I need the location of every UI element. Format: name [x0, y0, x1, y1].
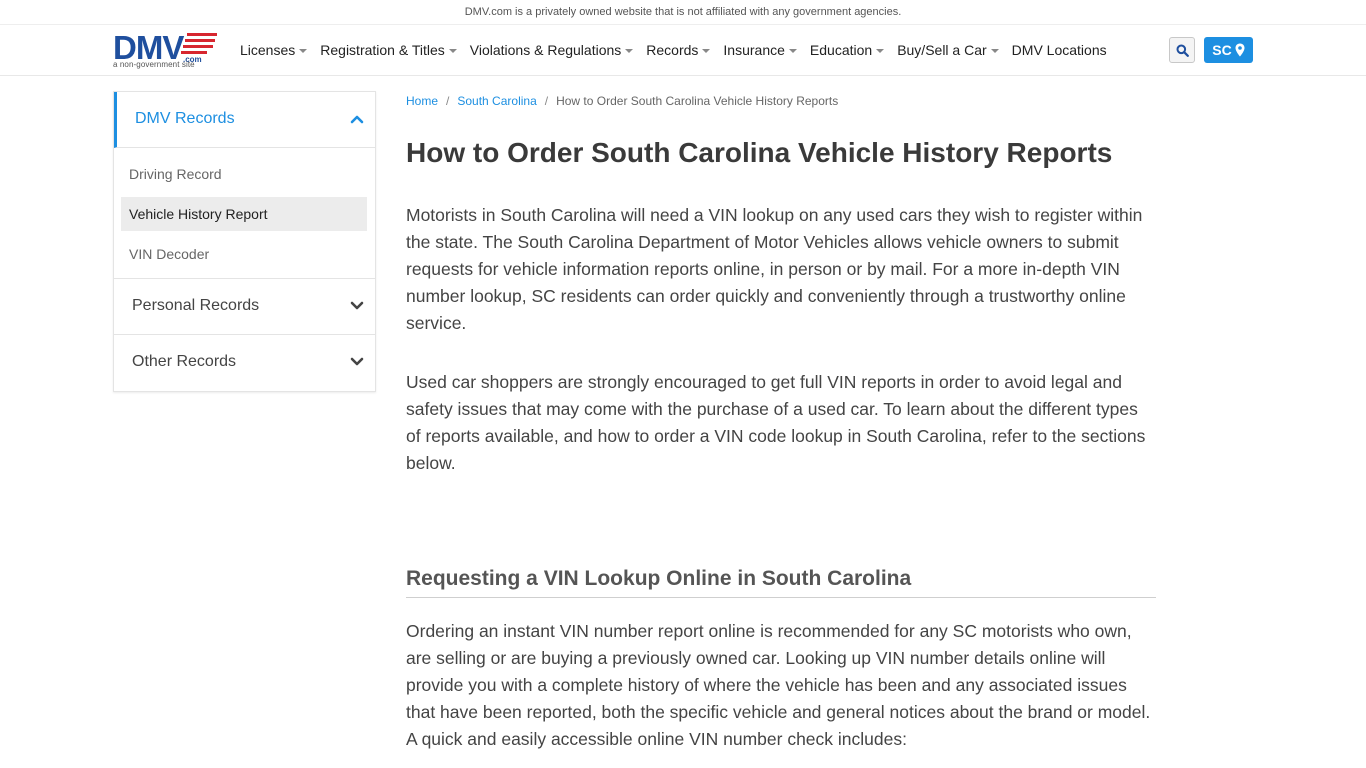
search-icon [1176, 44, 1189, 57]
sidebar-section-personal-records[interactable]: Personal Records [114, 279, 375, 335]
caret-down-icon [702, 49, 711, 53]
article-main: Home / South Carolina / How to Order South C… [406, 91, 1156, 749]
top-navbar: DMV .com a non-government site Licenses … [0, 25, 1366, 76]
chevron-down-icon [350, 357, 364, 366]
caret-down-icon [625, 49, 634, 53]
logo-tagline: a non-government site [113, 60, 195, 69]
caret-down-icon [788, 49, 797, 53]
disclaimer-bar: DMV.com is a privately owned website tha… [0, 0, 1366, 25]
sidebar-section-title: Personal Records [132, 297, 260, 314]
intro-paragraph: Motorists in South Carolina will need a … [406, 205, 1143, 333]
breadcrumb-home-link[interactable]: Home [406, 94, 438, 108]
online-section-paragraph: Ordering an instant VIN number report on… [406, 621, 1151, 749]
breadcrumb-state-link[interactable]: South Carolina [457, 94, 536, 108]
state-selector-button[interactable]: SC [1204, 37, 1253, 63]
sidebar-link-vin-decoder[interactable]: VIN Decoder [121, 237, 367, 271]
caret-down-icon [299, 49, 308, 53]
nav-insurance[interactable]: Insurance [723, 42, 797, 58]
nav-dmv-locations[interactable]: DMV Locations [1012, 42, 1107, 58]
records-sidebar: DMV Records Driving Record Vehicle Histo… [113, 91, 376, 392]
map-pin-icon [1235, 43, 1245, 57]
breadcrumb-current: How to Order South Carolina Vehicle Hist… [556, 94, 839, 108]
breadcrumb: Home / South Carolina / How to Order South C… [406, 94, 839, 108]
nav-licenses[interactable]: Licenses [240, 42, 308, 58]
state-label: SC [1212, 42, 1232, 58]
nav-education[interactable]: Education [810, 42, 885, 58]
nav-registration-titles[interactable]: Registration & Titles [320, 42, 457, 58]
caret-down-icon [448, 49, 457, 53]
caret-down-icon [990, 49, 999, 53]
main-nav: Licenses Registration & Titles Violation… [240, 25, 1120, 75]
second-paragraph: Used car shoppers are strongly encourage… [406, 372, 1146, 473]
sidebar-link-driving-record[interactable]: Driving Record [121, 157, 367, 191]
nav-violations-regulations[interactable]: Violations & Regulations [470, 42, 634, 58]
sidebar-section-title: Other Records [132, 353, 237, 370]
sidebar-section-dmv-records[interactable]: DMV Records [114, 92, 375, 148]
search-button[interactable] [1169, 37, 1195, 63]
sidebar-section-other-records[interactable]: Other Records [114, 335, 375, 390]
page-title: How to Order South Carolina Vehicle Hist… [406, 137, 1113, 168]
nav-buy-sell-car[interactable]: Buy/Sell a Car [897, 42, 999, 58]
disclaimer-text: DMV.com is a privately owned website tha… [464, 6, 902, 18]
nav-records[interactable]: Records [646, 42, 711, 58]
sidebar-link-list: Driving Record Vehicle History Report VI… [114, 148, 375, 279]
sidebar-link-vehicle-history-report[interactable]: Vehicle History Report [121, 197, 367, 231]
section-heading-online: Requesting a VIN Lookup Online in South … [406, 567, 1156, 598]
sidebar-section-title: DMV Records [135, 110, 235, 127]
caret-down-icon [876, 49, 885, 53]
chevron-down-icon [350, 301, 364, 310]
chevron-up-icon [350, 115, 364, 124]
